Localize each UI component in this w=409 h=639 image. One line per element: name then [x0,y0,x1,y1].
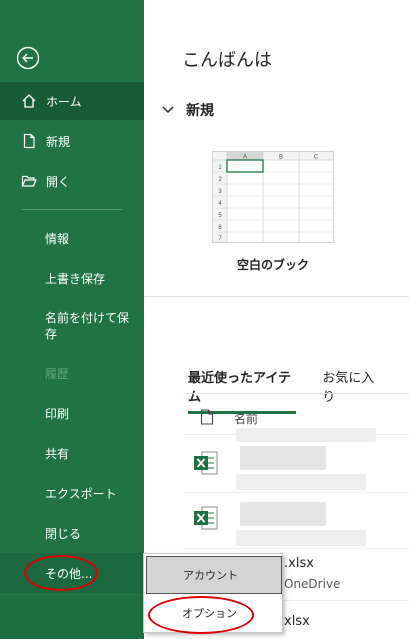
file-name-partial: .xlsx [284,556,314,571]
nav-save[interactable]: 上書き保存 [0,259,144,297]
excel-file-icon [193,450,219,476]
nav-print-label: 印刷 [45,406,70,421]
greeting-title: こんばんは [182,50,272,71]
nav-info[interactable]: 情報 [0,219,144,257]
file-name-partial: xlsx [284,614,310,629]
menu-item-account-label: アカウント [183,569,238,582]
nav-home-label: ホーム [46,94,82,109]
redacted-path-block [236,530,366,546]
file-list-header: 名前 [200,409,258,428]
redacted-filename-block [240,502,326,526]
nav-info-label: 情報 [45,231,70,246]
blank-workbook-label: 空白のブック [236,258,309,272]
nav-save-label: 上書き保存 [45,271,106,286]
nav-more[interactable]: その他... [0,553,144,593]
nav-close-label: 閉じる [45,526,82,541]
nav-save-as-label: 名前を付けて保存 [45,311,130,341]
row-divider [183,492,409,493]
backstage-sidebar: ホーム 新規 開く 情報 上書き保存 名前を付けて保存 履歴 印刷 共有 エクス… [0,0,144,639]
menu-item-options[interactable]: オプション [146,594,282,632]
nav-more-label: その他... [45,566,93,581]
new-document-icon [20,132,38,150]
section-divider [144,296,409,297]
row-divider [183,548,409,549]
nav-new-label: 新規 [46,134,71,149]
redacted-path-block [236,474,366,490]
home-icon [20,92,38,110]
open-folder-icon [20,172,38,190]
nav-history: 履歴 [0,354,144,392]
new-section-header[interactable]: 新規 [162,100,214,120]
new-section-label: 新規 [186,103,214,119]
file-location-partial: OneDrive [284,577,341,591]
template-col-a: A [243,155,247,161]
sidebar-bottom-area [0,596,144,639]
tab-recent[interactable]: 最近使ったアイテム [188,367,297,414]
nav-export[interactable]: エクスポート [0,474,144,512]
redacted-filename-block [236,428,376,442]
tab-favorites[interactable]: お気に入り [322,367,383,414]
redacted-filename-block [240,446,326,470]
blank-workbook-thumbnail: A B C 1 2 3 4 5 6 7 [213,152,333,242]
tabs-divider [183,393,409,394]
nav-close[interactable]: 閉じる [0,514,144,552]
nav-open-label: 開く [46,174,71,189]
nav-export-label: エクスポート [45,486,117,501]
more-popup-menu: アカウント オプション [143,553,283,633]
menu-item-options-label: オプション [182,607,237,620]
file-list-tabs: 最近使ったアイテム お気に入り [188,367,409,414]
back-arrow-icon[interactable] [16,46,40,70]
document-type-icon [200,409,214,428]
nav-divider [22,209,122,210]
nav-share[interactable]: 共有 [0,434,144,472]
blank-workbook-template[interactable]: A B C 1 2 3 4 5 6 7 [212,151,334,243]
chevron-down-icon [162,103,174,117]
menu-item-account[interactable]: アカウント [146,556,282,594]
excel-file-icon [193,505,219,531]
nav-save-as[interactable]: 名前を付けて保存 [0,306,144,354]
nav-history-label: 履歴 [45,366,70,381]
nav-print[interactable]: 印刷 [0,394,144,432]
template-col-b: B [279,155,283,161]
nav-open[interactable]: 開く [0,162,144,200]
nav-home[interactable]: ホーム [0,82,144,120]
template-col-c: C [314,155,319,161]
nav-new[interactable]: 新規 [0,122,144,160]
column-name-header: 名前 [234,412,259,426]
nav-share-label: 共有 [45,446,70,461]
